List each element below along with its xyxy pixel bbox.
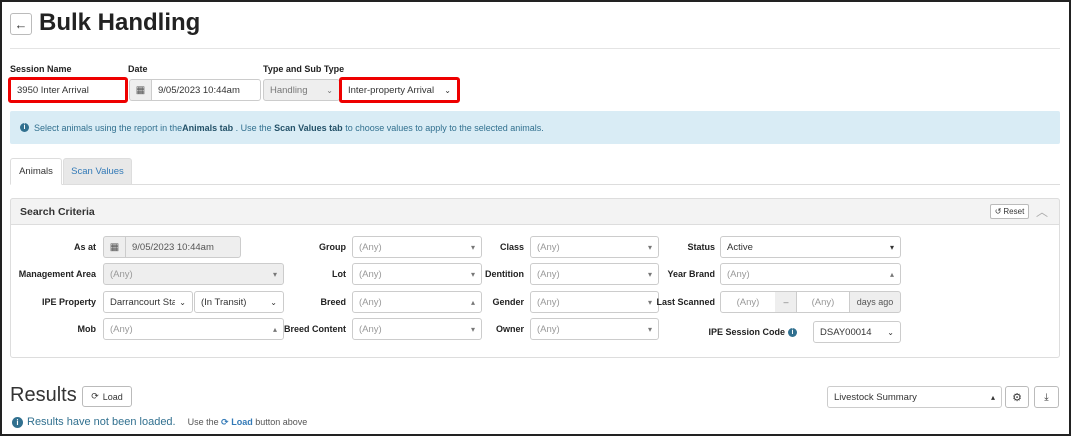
- reset-button[interactable]: ↺ Reset: [990, 204, 1029, 219]
- tabs-divider: [10, 184, 1060, 185]
- year-brand-select[interactable]: (Any) ▴: [720, 263, 901, 285]
- lot-select[interactable]: (Any) ▾: [352, 263, 482, 285]
- gender-label: Gender: [492, 297, 524, 307]
- session-name-label: Session Name: [10, 64, 72, 74]
- as-at-label: As at: [73, 242, 96, 252]
- download-icon: ⤓: [1044, 391, 1049, 403]
- header-divider: [10, 48, 1060, 49]
- back-button[interactable]: ←: [10, 13, 32, 35]
- mob-label: Mob: [77, 324, 97, 334]
- class-label: Class: [499, 242, 524, 252]
- tab-scan-values[interactable]: Scan Values: [63, 158, 132, 185]
- chevron-down-icon: ⌄: [270, 297, 277, 307]
- subtype-select[interactable]: Inter-property Arrival ⌄: [339, 77, 460, 103]
- ipe-property-state-select[interactable]: (In Transit) ⌄: [194, 291, 284, 313]
- load-button[interactable]: ⟳ Load: [82, 386, 132, 407]
- caret-up-icon: ▴: [889, 269, 894, 279]
- search-criteria-header: Search Criteria: [10, 198, 1060, 225]
- chevron-down-icon: ⌄: [179, 297, 186, 307]
- info-icon: i: [20, 123, 29, 132]
- mob-select[interactable]: (Any) ▴: [103, 318, 284, 340]
- group-select[interactable]: (Any) ▾: [352, 236, 482, 258]
- as-at-input[interactable]: 9/05/2023 10:44am: [125, 236, 241, 258]
- page-title: Bulk Handling: [39, 9, 201, 36]
- breed-content-label: Breed Content: [283, 324, 346, 334]
- search-criteria-title: Search Criteria: [20, 205, 95, 218]
- date-input[interactable]: 9/05/2023 10:44am: [151, 79, 261, 101]
- ipe-property-select[interactable]: Darrancourt Sta ⌄: [103, 291, 193, 313]
- ipe-session-code-select[interactable]: DSAY00014 ⌄: [813, 321, 901, 343]
- ipe-session-code-label: IPE Session Code i: [700, 321, 797, 343]
- arrow-left-icon: ←: [14, 16, 28, 32]
- breed-label: Breed: [320, 297, 346, 307]
- dentition-label: Dentition: [485, 269, 524, 279]
- session-name-input[interactable]: 3950 Inter Arrival: [8, 77, 128, 103]
- caret-up-icon: ▴: [990, 392, 995, 402]
- settings-button[interactable]: ⚙: [1005, 386, 1029, 408]
- download-button[interactable]: ⤓: [1034, 386, 1059, 408]
- results-title: Results: [10, 384, 77, 406]
- caret-down-icon: ▾: [647, 324, 652, 334]
- date-label: Date: [128, 64, 148, 74]
- range-separator: –: [775, 291, 797, 313]
- caret-down-icon: ▾: [272, 269, 277, 279]
- days-ago-addon: days ago: [849, 291, 901, 313]
- load-hint-link[interactable]: ⟳ Load: [221, 417, 253, 427]
- calendar-icon[interactable]: ▦: [103, 236, 125, 258]
- management-area-label: Management Area: [18, 269, 96, 279]
- last-scanned-from-input[interactable]: (Any): [720, 291, 776, 313]
- animals-tab-ref: Animals tab: [182, 122, 234, 133]
- lot-label: Lot: [332, 269, 346, 279]
- report-select[interactable]: Livestock Summary ▴: [827, 386, 1002, 408]
- chevron-down-icon: ⌄: [887, 327, 894, 337]
- info-alert: i Select animals using the report in the…: [10, 111, 1060, 144]
- caret-up-icon: ▴: [272, 324, 277, 334]
- undo-icon: ↺: [994, 207, 1002, 216]
- info-icon[interactable]: i: [788, 327, 797, 337]
- type-label: Type and Sub Type: [263, 64, 345, 74]
- refresh-icon: ⟳: [91, 391, 99, 401]
- breed-content-select[interactable]: (Any) ▾: [352, 318, 482, 340]
- results-status: i Results have not been loaded. Use the …: [12, 416, 307, 428]
- group-label: Group: [319, 242, 346, 252]
- type-select[interactable]: Handling ⌄: [263, 79, 340, 101]
- status-select[interactable]: Active ▾: [720, 236, 901, 258]
- info-icon: i: [12, 416, 23, 428]
- scan-values-tab-ref: Scan Values tab: [274, 122, 343, 133]
- tab-animals[interactable]: Animals: [10, 158, 62, 185]
- chevron-up-icon[interactable]: ︿: [1036, 203, 1048, 220]
- caret-down-icon: ▾: [889, 242, 894, 252]
- calendar-icon[interactable]: ▦: [129, 79, 151, 101]
- chevron-down-icon: ⌄: [444, 85, 451, 95]
- last-scanned-label: Last Scanned: [656, 297, 715, 307]
- results-hint: Use the ⟳ Load button above: [187, 416, 308, 427]
- owner-label: Owner: [495, 324, 524, 334]
- owner-select[interactable]: (Any) ▾: [530, 318, 659, 340]
- chevron-down-icon: ⌄: [326, 85, 333, 95]
- management-area-select[interactable]: (Any) ▾: [103, 263, 284, 285]
- last-scanned-to-input[interactable]: (Any): [796, 291, 850, 313]
- year-brand-label: Year Brand: [667, 269, 715, 279]
- gear-icon: ⚙: [1012, 391, 1022, 404]
- status-label: Status: [687, 242, 715, 252]
- ipe-property-label: IPE Property: [41, 297, 96, 307]
- breed-select[interactable]: (Any) ▴: [352, 291, 482, 313]
